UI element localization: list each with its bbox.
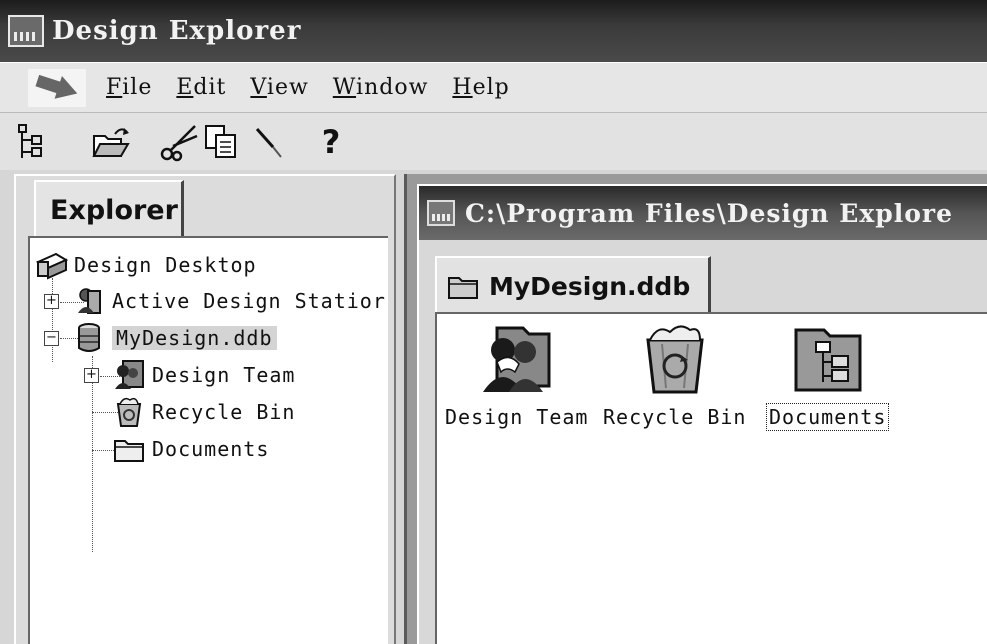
item-design-team[interactable]: Design Team bbox=[443, 320, 590, 430]
copy-button[interactable] bbox=[200, 120, 242, 164]
menu-edit[interactable]: Edit bbox=[164, 71, 238, 104]
tree-item-label: Documents bbox=[152, 437, 270, 461]
team-icon bbox=[482, 326, 551, 392]
item-label: Documents bbox=[765, 403, 890, 431]
cut-button[interactable] bbox=[158, 120, 200, 164]
station-icon bbox=[78, 288, 101, 314]
menu-logo-arrow-icon[interactable] bbox=[28, 68, 86, 107]
cut-icon bbox=[160, 124, 198, 161]
expand-active-design-station[interactable]: + bbox=[44, 294, 59, 309]
open-button[interactable] bbox=[90, 120, 132, 164]
menu-bar: File Edit View Window Help bbox=[0, 62, 987, 112]
tree-item-label: Design Desktop bbox=[74, 253, 257, 277]
help-button[interactable]: ? bbox=[310, 120, 352, 164]
document-title: C:\Program Files\Design Explore bbox=[465, 198, 953, 228]
item-recycle-bin[interactable]: Recycle Bin bbox=[601, 320, 748, 430]
open-folder-icon bbox=[92, 127, 130, 157]
tab-mydesign-ddb[interactable]: MyDesign.ddb bbox=[435, 256, 711, 314]
title-bar[interactable]: Design Explorer bbox=[0, 0, 987, 62]
menu-view[interactable]: View bbox=[238, 71, 320, 104]
tree-item-label: MyDesign.ddb bbox=[112, 326, 277, 350]
explorer-tree[interactable]: + − + Design Desktop Active Design Stati… bbox=[28, 236, 388, 644]
toolbar: ? bbox=[0, 112, 987, 170]
recycle-bin-icon bbox=[116, 397, 142, 427]
tab-explorer[interactable]: Explorer bbox=[34, 180, 184, 238]
tree-item-label: Recycle Bin bbox=[152, 400, 296, 424]
tree-item-documents[interactable]: Documents bbox=[112, 432, 269, 466]
recycle-bin-icon bbox=[646, 325, 704, 394]
copy-icon bbox=[205, 124, 236, 158]
tree-item-design-desktop[interactable]: Design Desktop bbox=[34, 248, 257, 282]
paste-button[interactable] bbox=[248, 120, 290, 164]
tree-item-mydesign-ddb[interactable]: MyDesign.ddb bbox=[72, 321, 277, 355]
explorer-panel: Explorer + − + Design Desktop Active Des… bbox=[14, 174, 396, 644]
expand-design-team[interactable]: + bbox=[84, 368, 99, 383]
desktop-icon bbox=[35, 252, 68, 280]
document-content[interactable]: Design Team Recycle Bin Documents bbox=[435, 312, 987, 644]
tree-view-button[interactable] bbox=[12, 120, 54, 164]
window-title: Design Explorer bbox=[52, 16, 302, 46]
menu-file[interactable]: File bbox=[94, 71, 164, 104]
menu-window[interactable]: Window bbox=[321, 71, 441, 104]
paste-icon bbox=[255, 127, 282, 158]
item-label: Recycle Bin bbox=[603, 405, 747, 429]
menu-help[interactable]: Help bbox=[440, 71, 521, 104]
tree-item-label: Design Team bbox=[152, 363, 296, 387]
folder-icon bbox=[448, 277, 478, 299]
folder-icon bbox=[114, 440, 144, 462]
document-app-icon[interactable] bbox=[427, 200, 455, 226]
tree-item-recycle-bin[interactable]: Recycle Bin bbox=[112, 395, 295, 429]
document-area: C:\Program Files\Design Explore MyDesign… bbox=[404, 174, 987, 644]
collapse-mydesign[interactable]: − bbox=[44, 331, 59, 346]
tree-item-active-design-station[interactable]: Active Design Statior bbox=[72, 284, 386, 318]
item-label: Design Team bbox=[445, 405, 589, 429]
database-icon bbox=[78, 323, 100, 352]
tab-label: MyDesign.ddb bbox=[489, 271, 691, 301]
item-documents[interactable]: Documents bbox=[765, 320, 890, 431]
documents-folder-icon bbox=[794, 328, 862, 392]
tree-item-label: Active Design Statior bbox=[112, 289, 386, 313]
document-window: C:\Program Files\Design Explore MyDesign… bbox=[417, 184, 987, 644]
team-icon bbox=[115, 360, 144, 389]
help-icon: ? bbox=[321, 122, 341, 161]
tree-view-icon bbox=[18, 123, 42, 158]
app-icon[interactable] bbox=[8, 15, 44, 47]
tree-item-design-team[interactable]: Design Team bbox=[112, 358, 295, 392]
document-title-bar[interactable]: C:\Program Files\Design Explore bbox=[419, 186, 987, 240]
